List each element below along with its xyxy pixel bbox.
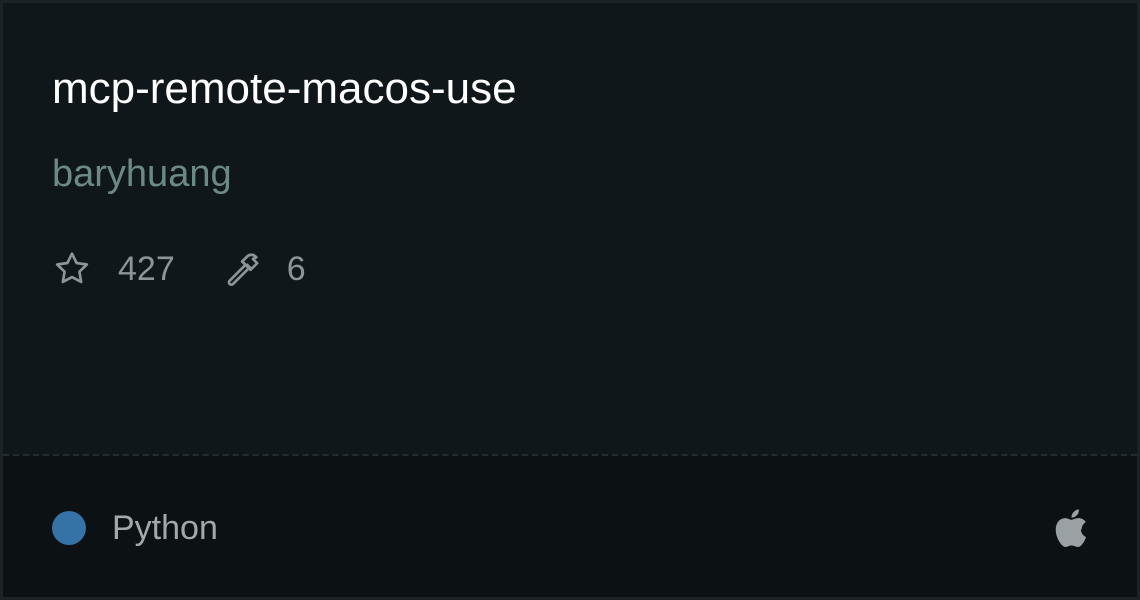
tools-count: 6 — [286, 249, 306, 288]
hammer-icon — [223, 249, 263, 289]
tools-stat: 6 — [223, 249, 306, 289]
repo-owner[interactable]: baryhuang — [52, 150, 232, 198]
card-header: mcp-remote-macos-use baryhuang 427 6 — [3, 3, 1137, 454]
language-color-dot — [52, 511, 86, 545]
stars-count: 427 — [118, 249, 175, 288]
language-indicator: Python — [52, 508, 218, 548]
stars-stat: 427 — [52, 249, 175, 289]
star-icon — [52, 249, 92, 289]
language-name: Python — [112, 508, 218, 547]
repo-stats: 427 6 — [52, 247, 306, 291]
repo-card[interactable]: mcp-remote-macos-use baryhuang 427 6 Pyt… — [0, 0, 1140, 600]
apple-icon — [1049, 506, 1089, 550]
repo-name[interactable]: mcp-remote-macos-use — [52, 61, 517, 117]
